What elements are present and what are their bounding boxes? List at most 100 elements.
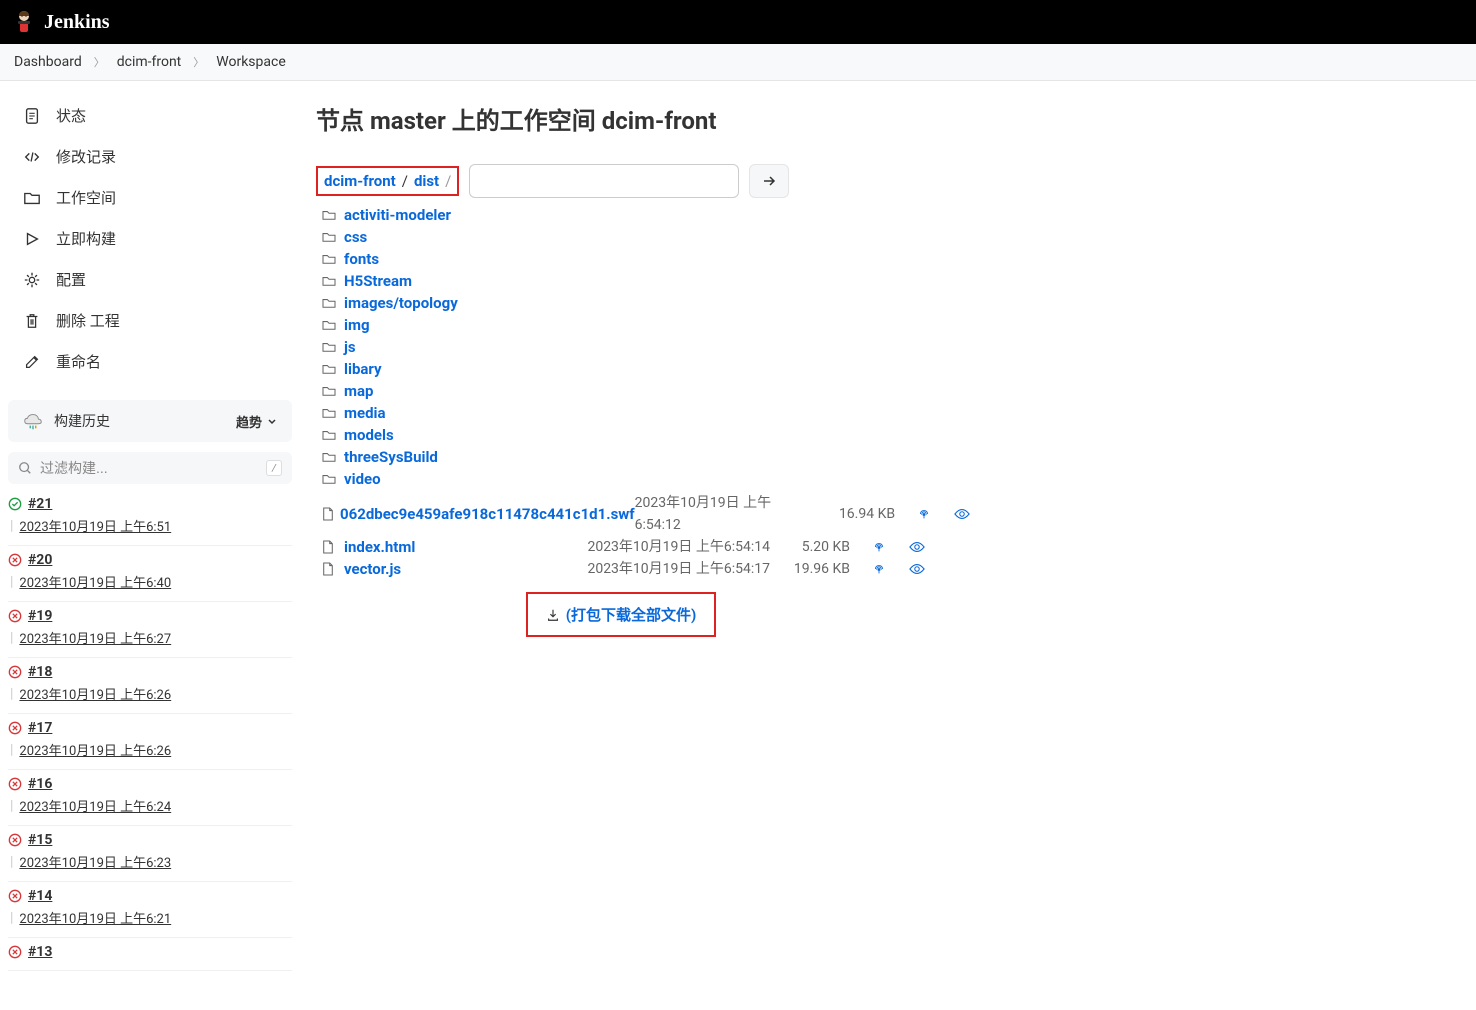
build-item[interactable]: #21|2023年10月19日 上午6:51 xyxy=(8,490,292,546)
build-id[interactable]: #20 xyxy=(28,552,52,568)
folder-name[interactable]: js xyxy=(344,336,356,358)
folder-name[interactable]: video xyxy=(344,468,381,490)
folder-row[interactable]: map xyxy=(322,380,926,402)
folder-row[interactable]: fonts xyxy=(322,248,926,270)
file-name[interactable]: vector.js xyxy=(344,558,401,580)
build-date[interactable]: 2023年10月19日 上午6:26 xyxy=(19,740,171,759)
view-icon[interactable] xyxy=(953,507,971,521)
folder-name[interactable]: models xyxy=(344,424,394,446)
folder-name[interactable]: images/topology xyxy=(344,292,458,314)
folder-name[interactable]: libary xyxy=(344,358,382,380)
folder-icon xyxy=(322,341,338,353)
build-id[interactable]: #14 xyxy=(28,888,52,904)
build-item[interactable]: #17|2023年10月19日 上午6:26 xyxy=(8,714,292,770)
view-icon[interactable] xyxy=(908,562,926,576)
sidebar-item-file[interactable]: 状态 xyxy=(8,95,292,136)
folder-row[interactable]: images/topology xyxy=(322,292,926,314)
build-date[interactable]: 2023年10月19日 上午6:23 xyxy=(19,852,171,871)
path-root[interactable]: dcim-front xyxy=(324,172,396,190)
build-id[interactable]: #19 xyxy=(28,608,52,624)
cloud-icon xyxy=(22,410,44,432)
fingerprint-icon[interactable] xyxy=(915,507,933,521)
build-item[interactable]: #16|2023年10月19日 上午6:24 xyxy=(8,770,292,826)
view-icon[interactable] xyxy=(908,540,926,554)
build-item[interactable]: #20|2023年10月19日 上午6:40 xyxy=(8,546,292,602)
breadcrumb-project[interactable]: dcim-front xyxy=(117,54,182,70)
build-id[interactable]: #18 xyxy=(28,664,52,680)
folder-row[interactable]: css xyxy=(322,226,926,248)
folder-row[interactable]: js xyxy=(322,336,926,358)
folder-row[interactable]: libary xyxy=(322,358,926,380)
folder-row[interactable]: media xyxy=(322,402,926,424)
path-go-button[interactable] xyxy=(749,164,789,198)
x-circle-icon xyxy=(8,889,22,903)
trend-button[interactable]: 趋势 xyxy=(236,412,278,431)
build-item[interactable]: #13 xyxy=(8,938,292,971)
build-item[interactable]: #14|2023年10月19日 上午6:21 xyxy=(8,882,292,938)
build-id[interactable]: #21 xyxy=(28,496,52,512)
build-id[interactable]: #13 xyxy=(28,944,52,960)
build-id[interactable]: #15 xyxy=(28,832,52,848)
folder-name[interactable]: threeSysBuild xyxy=(344,446,438,468)
folder-list: activiti-modelercssfontsH5Streamimages/t… xyxy=(322,204,926,490)
fingerprint-icon[interactable] xyxy=(870,540,888,554)
sidebar-item-play[interactable]: 立即构建 xyxy=(8,218,292,259)
build-date[interactable]: 2023年10月19日 上午6:40 xyxy=(19,572,171,591)
file-size: 19.96 KB xyxy=(790,558,850,580)
path-input[interactable] xyxy=(469,164,739,198)
breadcrumb-dashboard[interactable]: Dashboard xyxy=(14,54,82,70)
filter-input[interactable] xyxy=(8,452,292,484)
file-name[interactable]: 062dbec9e459afe918c11478c441c1d1.swf xyxy=(340,503,635,525)
folder-row[interactable]: activiti-modeler xyxy=(322,204,926,226)
build-id[interactable]: #17 xyxy=(28,720,52,736)
folder-name[interactable]: H5Stream xyxy=(344,270,412,292)
build-item[interactable]: #15|2023年10月19日 上午6:23 xyxy=(8,826,292,882)
file-row: index.html2023年10月19日 上午6:54:145.20 KB xyxy=(322,536,926,558)
folder-name[interactable]: img xyxy=(344,314,370,336)
build-date[interactable]: 2023年10月19日 上午6:51 xyxy=(19,516,171,535)
sidebar-item-label: 重命名 xyxy=(56,351,101,372)
build-item[interactable]: #19|2023年10月19日 上午6:27 xyxy=(8,602,292,658)
filter-box: / xyxy=(8,452,292,484)
sidebar-item-label: 配置 xyxy=(56,269,86,290)
folder-row[interactable]: threeSysBuild xyxy=(322,446,926,468)
folder-row[interactable]: video xyxy=(322,468,926,490)
file-icon xyxy=(322,540,338,554)
sidebar-item-edit[interactable]: 重命名 xyxy=(8,341,292,382)
folder-icon xyxy=(322,275,338,287)
path-bar: dcim-front / dist / xyxy=(316,164,1460,198)
folder-row[interactable]: img xyxy=(322,314,926,336)
breadcrumb-workspace[interactable]: Workspace xyxy=(216,54,286,70)
folder-name[interactable]: fonts xyxy=(344,248,379,270)
folder-name[interactable]: media xyxy=(344,402,386,424)
file-name[interactable]: index.html xyxy=(344,536,415,558)
trash-icon xyxy=(22,311,42,331)
file-date: 2023年10月19日 上午6:54:12 xyxy=(635,492,815,536)
build-date[interactable]: 2023年10月19日 上午6:24 xyxy=(19,796,171,815)
download-all-link[interactable]: (打包下载全部文件) xyxy=(566,604,697,625)
folder-name[interactable]: activiti-modeler xyxy=(344,204,451,226)
sidebar-item-gear[interactable]: 配置 xyxy=(8,259,292,300)
path-sub[interactable]: dist xyxy=(414,172,439,190)
build-item[interactable]: #18|2023年10月19日 上午6:26 xyxy=(8,658,292,714)
folder-icon xyxy=(22,188,42,208)
x-circle-icon xyxy=(8,777,22,791)
sidebar-item-code[interactable]: 修改记录 xyxy=(8,136,292,177)
main: 节点 master 上的工作空间 dcim-front dcim-front /… xyxy=(300,81,1476,985)
build-date[interactable]: 2023年10月19日 上午6:21 xyxy=(19,908,171,927)
code-icon xyxy=(22,147,42,167)
jenkins-icon xyxy=(12,8,36,36)
search-icon xyxy=(18,461,32,475)
folder-row[interactable]: H5Stream xyxy=(322,270,926,292)
folder-row[interactable]: models xyxy=(322,424,926,446)
sidebar-item-folder[interactable]: 工作空间 xyxy=(8,177,292,218)
folder-name[interactable]: map xyxy=(344,380,373,402)
build-date[interactable]: 2023年10月19日 上午6:26 xyxy=(19,684,171,703)
file-size: 5.20 KB xyxy=(790,536,850,558)
sidebar-item-trash[interactable]: 删除 工程 xyxy=(8,300,292,341)
folder-name[interactable]: css xyxy=(344,226,367,248)
build-date[interactable]: 2023年10月19日 上午6:27 xyxy=(19,628,171,647)
build-id[interactable]: #16 xyxy=(28,776,52,792)
fingerprint-icon[interactable] xyxy=(870,562,888,576)
jenkins-logo[interactable]: Jenkins xyxy=(12,8,110,36)
